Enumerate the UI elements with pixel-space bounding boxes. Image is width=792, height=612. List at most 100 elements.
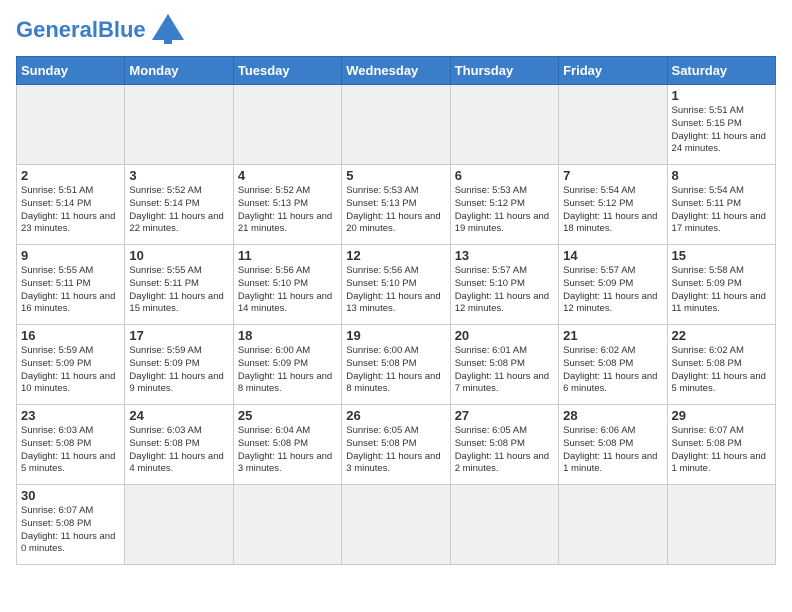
day-cell: 9 Sunrise: 5:55 AM Sunset: 5:11 PM Daylig… bbox=[17, 245, 125, 325]
day-number: 10 bbox=[129, 248, 228, 263]
day-cell bbox=[559, 85, 667, 165]
day-cell: 10 Sunrise: 5:55 AM Sunset: 5:11 PM Dayli… bbox=[125, 245, 233, 325]
day-number: 21 bbox=[563, 328, 662, 343]
day-info: Sunrise: 6:06 AM Sunset: 5:08 PM Dayligh… bbox=[563, 425, 662, 476]
day-info: Sunrise: 6:02 AM Sunset: 5:08 PM Dayligh… bbox=[563, 345, 662, 396]
day-info: Sunrise: 5:51 AM Sunset: 5:14 PM Dayligh… bbox=[21, 185, 120, 236]
day-cell: 18Sunrise: 6:00 AM Sunset: 5:09 PM Dayli… bbox=[233, 325, 341, 405]
day-number: 29 bbox=[672, 408, 771, 423]
day-info: Sunrise: 6:05 AM Sunset: 5:08 PM Dayligh… bbox=[346, 425, 445, 476]
day-number: 18 bbox=[238, 328, 337, 343]
day-number: 1 bbox=[672, 88, 771, 103]
day-cell: 24 Sunrise: 6:03 AM Sunset: 5:08 PM Dayli… bbox=[125, 405, 233, 485]
day-cell bbox=[342, 85, 450, 165]
day-info: Sunrise: 5:56 AM Sunset: 5:10 PM Dayligh… bbox=[346, 265, 445, 316]
day-cell bbox=[233, 85, 341, 165]
weekday-header-sunday: Sunday bbox=[17, 57, 125, 85]
day-cell: 15 Sunrise: 5:58 AM Sunset: 5:09 PM Dayli… bbox=[667, 245, 775, 325]
day-cell bbox=[125, 485, 233, 565]
day-info: Sunrise: 5:53 AM Sunset: 5:12 PM Dayligh… bbox=[455, 185, 554, 236]
week-row-1: 1 Sunrise: 5:51 AM Sunset: 5:15 PM Daylig… bbox=[17, 85, 776, 165]
day-number: 13 bbox=[455, 248, 554, 263]
day-cell: 7 Sunrise: 5:54 AM Sunset: 5:12 PM Daylig… bbox=[559, 165, 667, 245]
day-number: 30 bbox=[21, 488, 120, 503]
day-cell: 20 Sunrise: 6:01 AM Sunset: 5:08 PM Dayli… bbox=[450, 325, 558, 405]
logo-text: GeneralBlue bbox=[16, 19, 146, 41]
day-number: 27 bbox=[455, 408, 554, 423]
day-cell bbox=[667, 485, 775, 565]
day-number: 9 bbox=[21, 248, 120, 263]
day-cell bbox=[233, 485, 341, 565]
day-cell bbox=[450, 85, 558, 165]
week-row-6: 30 Sunrise: 6:07 AM Sunset: 5:08 PM Dayli… bbox=[17, 485, 776, 565]
day-cell: 25 Sunrise: 6:04 AM Sunset: 5:08 PM Dayli… bbox=[233, 405, 341, 485]
day-number: 11 bbox=[238, 248, 337, 263]
day-number: 16 bbox=[21, 328, 120, 343]
week-row-4: 16 Sunrise: 5:59 AM Sunset: 5:09 PM Dayli… bbox=[17, 325, 776, 405]
day-cell: 3 Sunrise: 5:52 AM Sunset: 5:14 PM Daylig… bbox=[125, 165, 233, 245]
day-info: Sunrise: 6:07 AM Sunset: 5:08 PM Dayligh… bbox=[21, 505, 120, 556]
day-number: 22 bbox=[672, 328, 771, 343]
day-cell: 14Sunrise: 5:57 AM Sunset: 5:09 PM Dayli… bbox=[559, 245, 667, 325]
weekday-header-thursday: Thursday bbox=[450, 57, 558, 85]
day-number: 4 bbox=[238, 168, 337, 183]
week-row-5: 23Sunrise: 6:03 AM Sunset: 5:08 PM Dayli… bbox=[17, 405, 776, 485]
day-cell bbox=[559, 485, 667, 565]
page-header: GeneralBlue bbox=[16, 16, 776, 44]
day-info: Sunrise: 6:04 AM Sunset: 5:08 PM Dayligh… bbox=[238, 425, 337, 476]
day-number: 14 bbox=[563, 248, 662, 263]
day-cell: 17Sunrise: 5:59 AM Sunset: 5:09 PM Dayli… bbox=[125, 325, 233, 405]
day-cell: 22 Sunrise: 6:02 AM Sunset: 5:08 PM Dayli… bbox=[667, 325, 775, 405]
day-info: Sunrise: 5:55 AM Sunset: 5:11 PM Dayligh… bbox=[21, 265, 120, 316]
day-info: Sunrise: 5:52 AM Sunset: 5:14 PM Dayligh… bbox=[129, 185, 228, 236]
week-row-3: 9 Sunrise: 5:55 AM Sunset: 5:11 PM Daylig… bbox=[17, 245, 776, 325]
day-cell bbox=[450, 485, 558, 565]
day-info: Sunrise: 6:02 AM Sunset: 5:08 PM Dayligh… bbox=[672, 345, 771, 396]
logo-general: General bbox=[16, 17, 98, 42]
day-number: 6 bbox=[455, 168, 554, 183]
day-info: Sunrise: 5:54 AM Sunset: 5:12 PM Dayligh… bbox=[563, 185, 662, 236]
day-cell: 13 Sunrise: 5:57 AM Sunset: 5:10 PM Dayli… bbox=[450, 245, 558, 325]
day-cell: 16 Sunrise: 5:59 AM Sunset: 5:09 PM Dayli… bbox=[17, 325, 125, 405]
day-cell: 1 Sunrise: 5:51 AM Sunset: 5:15 PM Daylig… bbox=[667, 85, 775, 165]
day-info: Sunrise: 5:53 AM Sunset: 5:13 PM Dayligh… bbox=[346, 185, 445, 236]
weekday-header-saturday: Saturday bbox=[667, 57, 775, 85]
day-number: 7 bbox=[563, 168, 662, 183]
day-info: Sunrise: 5:57 AM Sunset: 5:10 PM Dayligh… bbox=[455, 265, 554, 316]
day-number: 15 bbox=[672, 248, 771, 263]
day-cell: 28 Sunrise: 6:06 AM Sunset: 5:08 PM Dayli… bbox=[559, 405, 667, 485]
day-info: Sunrise: 5:58 AM Sunset: 5:09 PM Dayligh… bbox=[672, 265, 771, 316]
day-number: 20 bbox=[455, 328, 554, 343]
day-number: 2 bbox=[21, 168, 120, 183]
logo-icon bbox=[150, 12, 186, 44]
day-info: Sunrise: 5:59 AM Sunset: 5:09 PM Dayligh… bbox=[129, 345, 228, 396]
day-number: 28 bbox=[563, 408, 662, 423]
day-cell: 4 Sunrise: 5:52 AM Sunset: 5:13 PM Daylig… bbox=[233, 165, 341, 245]
day-info: Sunrise: 6:03 AM Sunset: 5:08 PM Dayligh… bbox=[129, 425, 228, 476]
day-cell: 21 Sunrise: 6:02 AM Sunset: 5:08 PM Dayli… bbox=[559, 325, 667, 405]
day-cell: 30 Sunrise: 6:07 AM Sunset: 5:08 PM Dayli… bbox=[17, 485, 125, 565]
weekday-header-friday: Friday bbox=[559, 57, 667, 85]
day-cell: 8Sunrise: 5:54 AM Sunset: 5:11 PM Daylig… bbox=[667, 165, 775, 245]
day-cell bbox=[125, 85, 233, 165]
day-info: Sunrise: 6:01 AM Sunset: 5:08 PM Dayligh… bbox=[455, 345, 554, 396]
day-number: 3 bbox=[129, 168, 228, 183]
day-info: Sunrise: 5:51 AM Sunset: 5:15 PM Dayligh… bbox=[672, 105, 771, 156]
weekday-header-row: SundayMondayTuesdayWednesdayThursdayFrid… bbox=[17, 57, 776, 85]
day-number: 25 bbox=[238, 408, 337, 423]
week-row-2: 2 Sunrise: 5:51 AM Sunset: 5:14 PM Daylig… bbox=[17, 165, 776, 245]
day-info: Sunrise: 5:54 AM Sunset: 5:11 PM Dayligh… bbox=[672, 185, 771, 236]
day-number: 24 bbox=[129, 408, 228, 423]
day-number: 19 bbox=[346, 328, 445, 343]
day-info: Sunrise: 5:55 AM Sunset: 5:11 PM Dayligh… bbox=[129, 265, 228, 316]
day-cell bbox=[17, 85, 125, 165]
weekday-header-tuesday: Tuesday bbox=[233, 57, 341, 85]
day-info: Sunrise: 5:56 AM Sunset: 5:10 PM Dayligh… bbox=[238, 265, 337, 316]
day-cell bbox=[342, 485, 450, 565]
day-info: Sunrise: 5:59 AM Sunset: 5:09 PM Dayligh… bbox=[21, 345, 120, 396]
day-info: Sunrise: 5:52 AM Sunset: 5:13 PM Dayligh… bbox=[238, 185, 337, 236]
day-info: Sunrise: 6:03 AM Sunset: 5:08 PM Dayligh… bbox=[21, 425, 120, 476]
logo: GeneralBlue bbox=[16, 16, 186, 44]
weekday-header-wednesday: Wednesday bbox=[342, 57, 450, 85]
day-info: Sunrise: 6:00 AM Sunset: 5:08 PM Dayligh… bbox=[346, 345, 445, 396]
